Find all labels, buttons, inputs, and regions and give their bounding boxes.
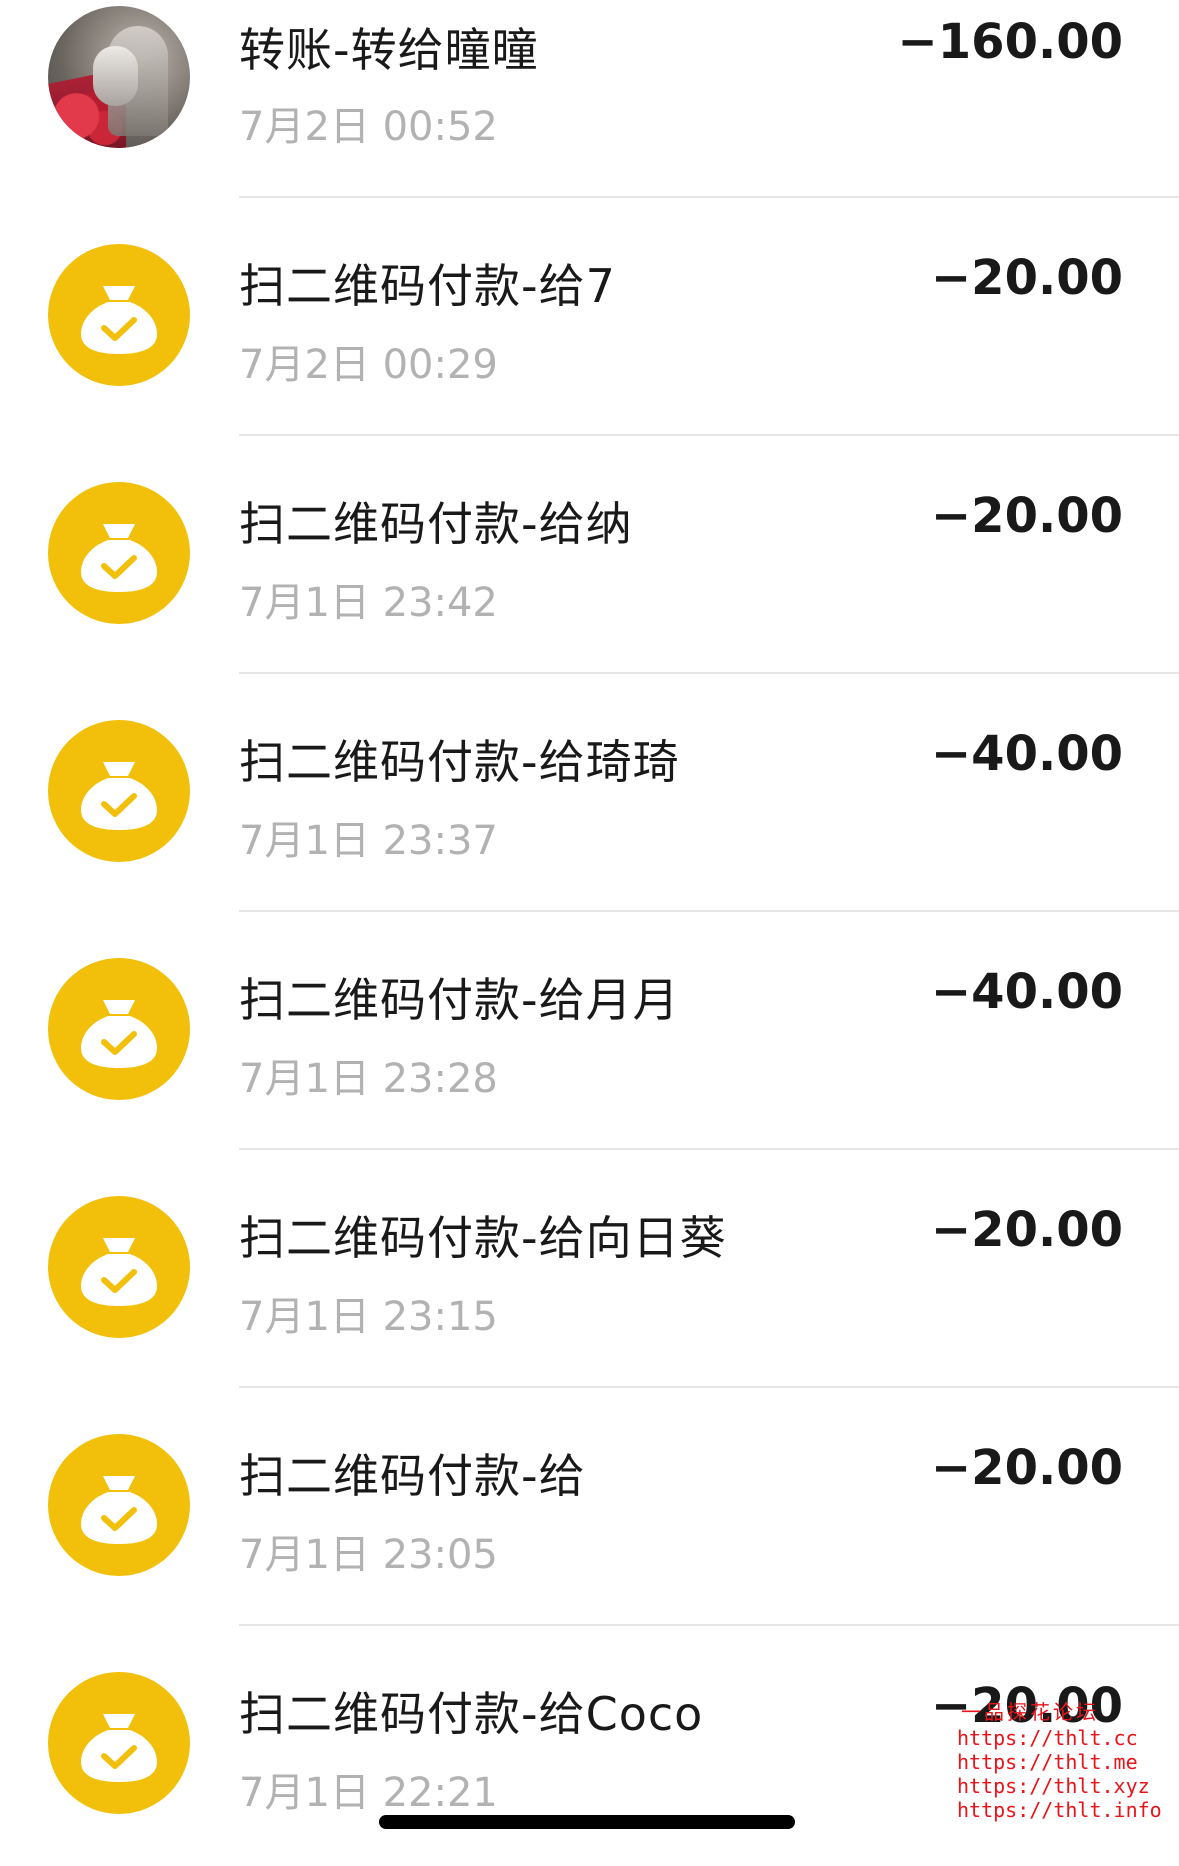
transaction-row[interactable]: 扫二维码付款-给纳 7月1日 23:42 −20.00 <box>0 436 1179 674</box>
watermark: 一品探花论坛 https://thlt.cc https://thlt.me h… <box>955 1700 1179 1822</box>
transaction-row[interactable]: 扫二维码付款-给琦琦 7月1日 23:37 −40.00 <box>0 674 1179 912</box>
transaction-row[interactable]: 扫二维码付款-给月月 7月1日 23:28 −40.00 <box>0 912 1179 1150</box>
transaction-time: 7月2日 00:29 <box>239 342 498 388</box>
money-bag-check-icon <box>48 1434 190 1576</box>
transaction-title: 转账-转给曈曈 <box>239 23 539 77</box>
money-bag-check-icon <box>48 244 190 386</box>
transaction-time: 7月2日 00:52 <box>239 104 498 150</box>
transaction-title: 扫二维码付款-给琦琦 <box>239 735 680 789</box>
transaction-row[interactable]: 扫二维码付款-给7 7月2日 00:29 −20.00 <box>0 198 1179 436</box>
transaction-list: 转账-转给曈曈 7月2日 00:52 −160.00 扫二维码付款-给7 7月2… <box>0 0 1179 1864</box>
contact-avatar <box>48 6 190 148</box>
transaction-title: 扫二维码付款-给月月 <box>239 973 680 1027</box>
transaction-time: 7月1日 22:21 <box>239 1770 498 1816</box>
transaction-row[interactable]: 转账-转给曈曈 7月2日 00:52 −160.00 <box>0 0 1179 198</box>
watermark-link: https://thlt.info <box>957 1798 1162 1822</box>
transaction-title: 扫二维码付款-给向日葵 <box>239 1211 727 1265</box>
transaction-title: 扫二维码付款-给 <box>239 1449 586 1503</box>
transaction-time: 7月1日 23:37 <box>239 818 498 864</box>
money-bag-check-icon <box>48 720 190 862</box>
money-bag-check-icon <box>48 1196 190 1338</box>
transaction-title: 扫二维码付款-给7 <box>239 259 616 313</box>
watermark-link: https://thlt.cc <box>957 1726 1138 1750</box>
transaction-time: 7月1日 23:05 <box>239 1532 498 1578</box>
transaction-row[interactable]: 扫二维码付款-给向日葵 7月1日 23:15 −20.00 <box>0 1150 1179 1388</box>
transaction-title: 扫二维码付款-给Coco <box>239 1687 704 1741</box>
transaction-amount: −40.00 <box>930 964 1123 1020</box>
watermark-brand: 一品探花论坛 <box>961 1700 1099 1724</box>
watermark-link: https://thlt.me <box>957 1750 1138 1774</box>
transaction-amount: −20.00 <box>930 1440 1123 1496</box>
transaction-amount: −20.00 <box>930 488 1123 544</box>
transaction-time: 7月1日 23:15 <box>239 1294 498 1340</box>
money-bag-check-icon <box>48 1672 190 1814</box>
transaction-time: 7月1日 23:42 <box>239 580 498 626</box>
transaction-amount: −40.00 <box>930 726 1123 782</box>
transaction-time: 7月1日 23:28 <box>239 1056 498 1102</box>
home-indicator[interactable] <box>379 1815 795 1829</box>
transaction-amount: −20.00 <box>930 1202 1123 1258</box>
transaction-amount: −160.00 <box>897 14 1123 70</box>
watermark-link: https://thlt.xyz <box>957 1774 1150 1798</box>
money-bag-check-icon <box>48 482 190 624</box>
money-bag-check-icon <box>48 958 190 1100</box>
transaction-title: 扫二维码付款-给纳 <box>239 497 633 551</box>
transaction-amount: −20.00 <box>930 250 1123 306</box>
transaction-row[interactable]: 扫二维码付款-给 7月1日 23:05 −20.00 <box>0 1388 1179 1626</box>
